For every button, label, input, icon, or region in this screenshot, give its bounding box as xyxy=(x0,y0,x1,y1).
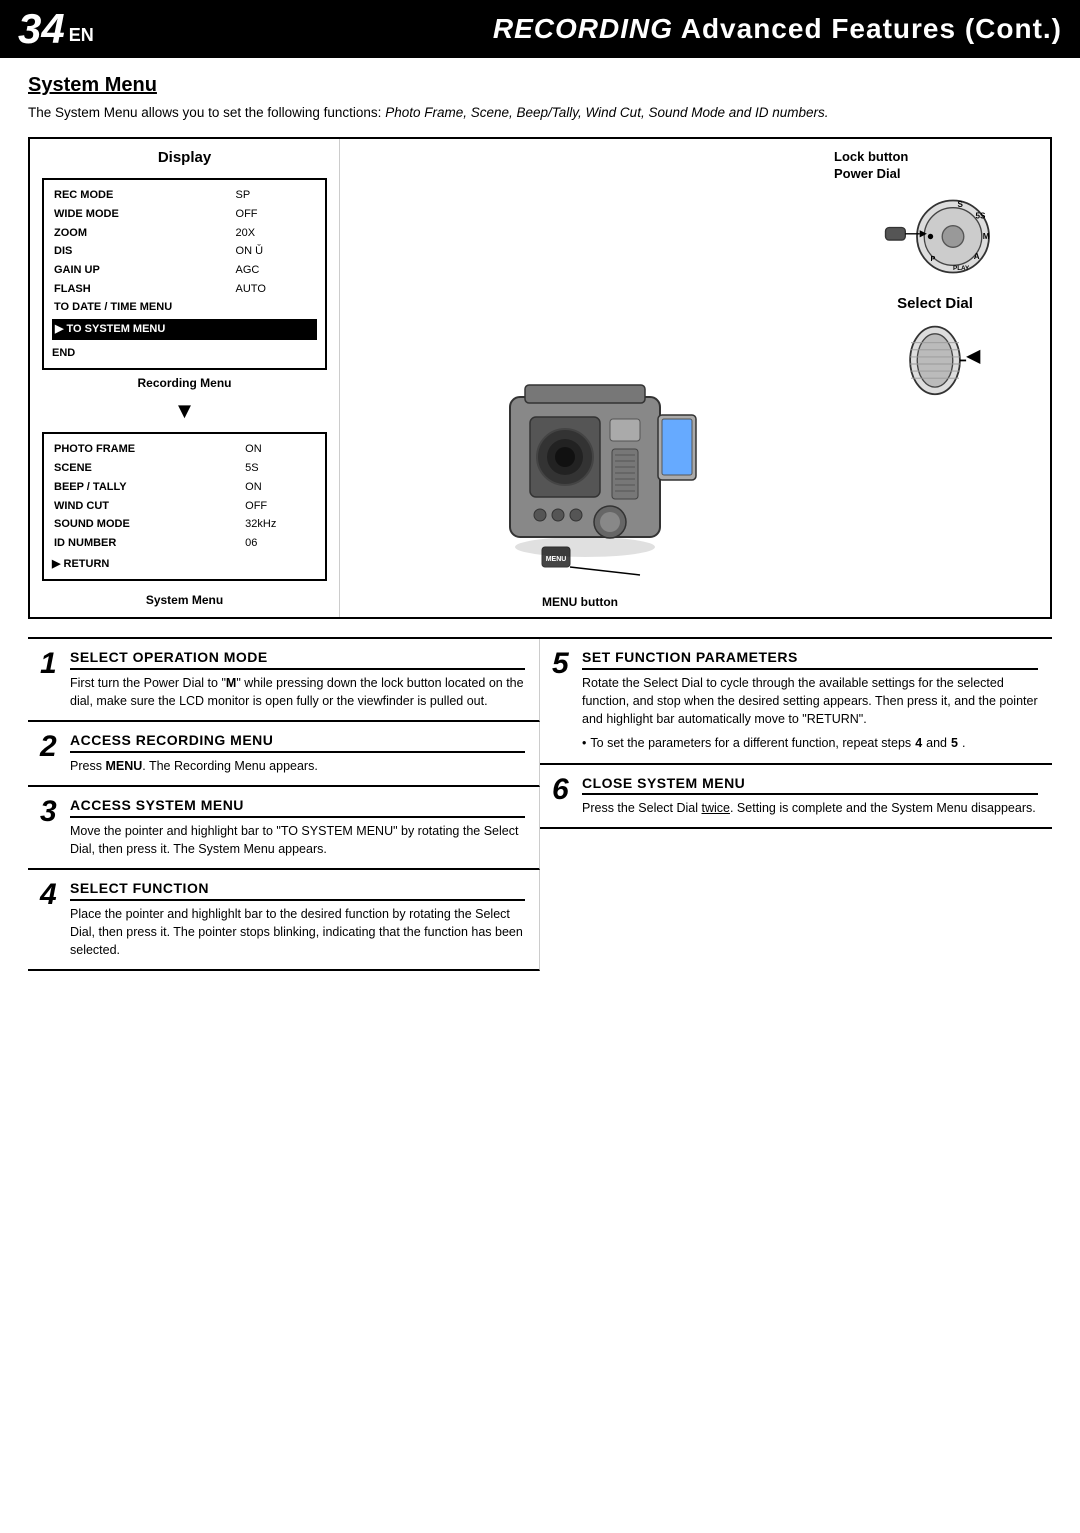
page-content: System Menu The System Menu allows you t… xyxy=(0,58,1080,987)
step-4-body: Place the pointer and highlighlt bar to … xyxy=(70,905,525,959)
system-menu-label: System Menu xyxy=(42,593,327,607)
steps-right-column: 5 SET FUNCTION PARAMETERS Rotate the Sel… xyxy=(540,639,1052,971)
step-6-number: 6 xyxy=(552,775,574,805)
step-1-body: First turn the Power Dial to "M" while p… xyxy=(70,674,525,710)
step-2-title: ACCESS RECORDING MENU xyxy=(70,732,525,753)
step-6-content: CLOSE SYSTEM MENU Press the Select Dial … xyxy=(582,775,1038,818)
step-2-body: Press MENU. The Recording Menu appears. xyxy=(70,757,525,775)
step-1-title: SELECT OPERATION MODE xyxy=(70,649,525,670)
svg-text:P: P xyxy=(931,254,936,263)
svg-text:A: A xyxy=(974,252,980,261)
step-5-body: Rotate the Select Dial to cycle through … xyxy=(582,674,1038,728)
menu-end: END xyxy=(52,344,317,363)
step-6-body: Press the Select Dial twice. Setting is … xyxy=(582,799,1038,817)
step-1-content: SELECT OPERATION MODE First turn the Pow… xyxy=(70,649,525,710)
intro-text: The System Menu allows you to set the fo… xyxy=(28,103,1052,123)
step-5: 5 SET FUNCTION PARAMETERS Rotate the Sel… xyxy=(540,639,1052,764)
power-dial-label: Power Dial xyxy=(834,166,900,181)
step-2-content: ACCESS RECORDING MENU Press MENU. The Re… xyxy=(70,732,525,775)
svg-text:5S: 5S xyxy=(976,212,986,221)
step-5-title: SET FUNCTION PARAMETERS xyxy=(582,649,1038,670)
step-4-number: 4 xyxy=(40,880,62,910)
camera-illustration: MENU xyxy=(450,347,710,587)
recording-menu-label: Recording Menu xyxy=(42,376,327,390)
select-dial-label: Select Dial xyxy=(834,295,1036,312)
steps-left-column: 1 SELECT OPERATION MODE First turn the P… xyxy=(28,639,540,971)
page-header: 34 EN RECORDING Advanced Features (Cont.… xyxy=(0,0,1080,58)
menu-highlight: ▶ TO SYSTEM MENU xyxy=(52,319,317,340)
step-4-content: SELECT FUNCTION Place the pointer and hi… xyxy=(70,880,525,959)
step-3-body: Move the pointer and highlight bar to "T… xyxy=(70,822,525,858)
select-dial-svg xyxy=(885,316,985,396)
svg-text:PLAY: PLAY xyxy=(953,265,970,272)
diagram-left: Display REC MODESP WIDE MODEOFF ZOOM20X … xyxy=(30,139,340,617)
power-dial-svg: S 5S M A PLAY P xyxy=(875,187,995,277)
step-4: 4 SELECT FUNCTION Place the pointer and … xyxy=(28,870,540,971)
diagram-box: Display REC MODESP WIDE MODEOFF ZOOM20X … xyxy=(28,137,1052,619)
step-1: 1 SELECT OPERATION MODE First turn the P… xyxy=(28,639,540,722)
svg-text:M: M xyxy=(983,232,990,241)
step-3: 3 ACCESS SYSTEM MENU Move the pointer an… xyxy=(28,787,540,870)
step-3-number: 3 xyxy=(40,797,62,827)
svg-text:S: S xyxy=(958,200,964,209)
step-3-content: ACCESS SYSTEM MENU Move the pointer and … xyxy=(70,797,525,858)
lock-button-label: Lock button xyxy=(834,149,908,164)
arrow-down: ▼ xyxy=(42,400,327,422)
lock-power-dial-section: Lock button Power Dial S 5S M A PLAY P xyxy=(834,149,1036,277)
recording-menu-box: REC MODESP WIDE MODEOFF ZOOM20X DISON Ǔ … xyxy=(42,178,327,370)
step-5-bullet: To set the parameters for a different fu… xyxy=(582,734,1038,752)
return-link: RETURN xyxy=(52,555,317,574)
step-5-number: 5 xyxy=(552,649,574,679)
system-menu-box: PHOTO FRAMEON SCENE5S BEEP / TALLYON WIN… xyxy=(42,432,327,581)
page-number: 34 xyxy=(18,5,65,53)
steps-container: 1 SELECT OPERATION MODE First turn the P… xyxy=(28,637,1052,971)
step-1-number: 1 xyxy=(40,649,62,679)
section-title: System Menu xyxy=(28,74,1052,97)
step-2-number: 2 xyxy=(40,732,62,762)
diagram-center: MENU MENU button xyxy=(340,139,820,617)
diagram-right: Lock button Power Dial S 5S M A PLAY P xyxy=(820,139,1050,617)
page-suffix: EN xyxy=(69,25,94,46)
page-title: RECORDING Advanced Features (Cont.) xyxy=(493,13,1062,45)
step-4-title: SELECT FUNCTION xyxy=(70,880,525,901)
menu-button-label: MENU button xyxy=(542,595,618,609)
step-2: 2 ACCESS RECORDING MENU Press MENU. The … xyxy=(28,722,540,787)
display-label: Display xyxy=(42,149,327,166)
step-6: 6 CLOSE SYSTEM MENU Press the Select Dia… xyxy=(540,765,1052,830)
step-6-title: CLOSE SYSTEM MENU xyxy=(582,775,1038,796)
select-dial-section: Select Dial xyxy=(834,295,1036,396)
svg-text:MENU: MENU xyxy=(546,556,567,563)
step-3-title: ACCESS SYSTEM MENU xyxy=(70,797,525,818)
step-5-content: SET FUNCTION PARAMETERS Rotate the Selec… xyxy=(582,649,1038,752)
